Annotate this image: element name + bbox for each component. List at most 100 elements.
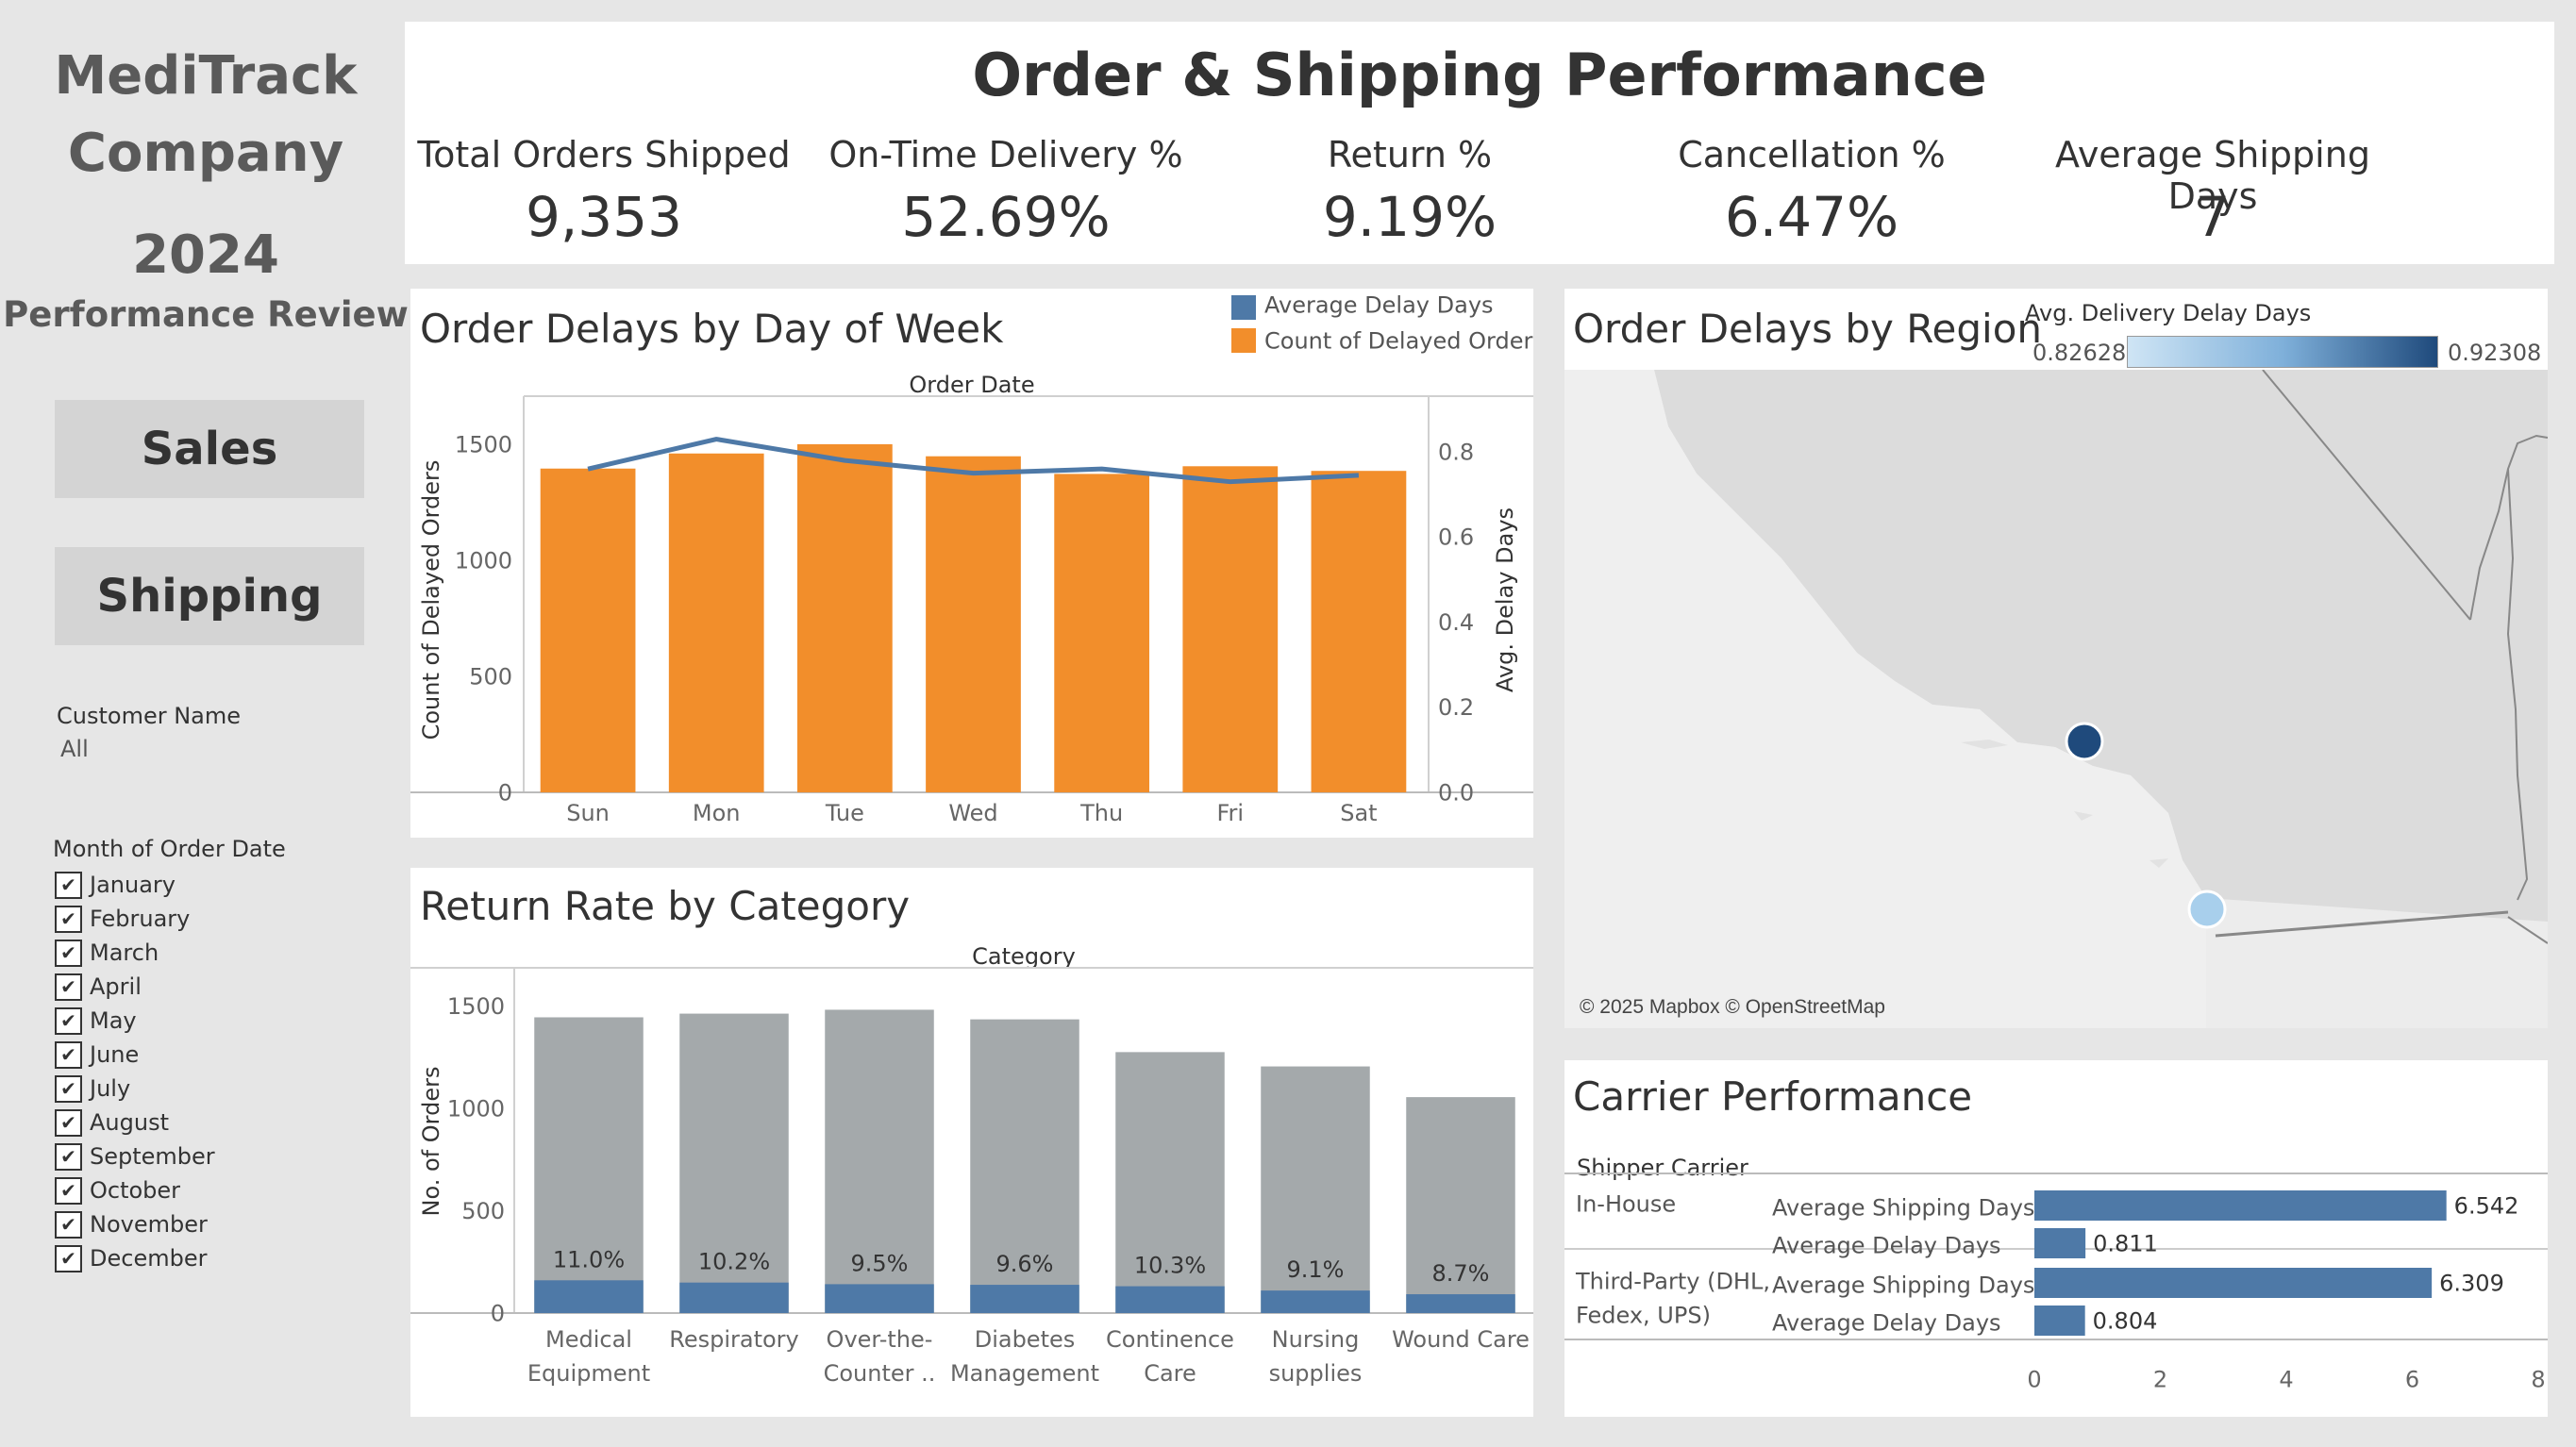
carrier-chart: In-House Average Shipping Days 6.542 Averag… <box>1564 1173 2548 1392</box>
map-legend-min: 0.82628 <box>2032 340 2127 366</box>
checkmark-icon[interactable]: ✔ <box>55 905 82 933</box>
y-tick-label: 500 <box>469 663 512 690</box>
month-checkbox-august[interactable]: ✔ August <box>55 1106 169 1139</box>
measure-label: Average Delay Days <box>1772 1309 2001 1336</box>
company-name: MediTrack Company <box>0 38 411 192</box>
sales-nav-button[interactable]: Sales <box>55 400 364 498</box>
checkmark-icon[interactable]: ✔ <box>55 939 82 967</box>
map-legend-title: Avg. Delivery Delay Days <box>2025 300 2312 326</box>
return-rate-label: 9.1% <box>1287 1256 1345 1283</box>
carrier-bar-value: 0.811 <box>2093 1230 2158 1256</box>
bar-delayed-orders-tue[interactable] <box>796 443 893 792</box>
y-tick-label: 0 <box>491 1300 505 1326</box>
return-rate-label: 8.7% <box>1432 1260 1490 1287</box>
month-checkbox-january[interactable]: ✔ January <box>55 868 176 902</box>
measure-label: Average Shipping Days <box>1772 1194 2034 1221</box>
month-label: February <box>90 906 191 932</box>
kpi-value: 9.19% <box>1322 185 1497 249</box>
checkmark-icon[interactable]: ✔ <box>55 1210 82 1239</box>
category-tick-label: Care <box>1144 1360 1196 1387</box>
bar-returned-orders[interactable] <box>679 1282 789 1313</box>
month-label: August <box>90 1109 169 1136</box>
carrier-bar-value: 0.804 <box>2093 1307 2158 1334</box>
legend-swatch-avg-delay <box>1231 295 1256 320</box>
checkmark-icon[interactable]: ✔ <box>55 1040 82 1069</box>
month-checkbox-september[interactable]: ✔ September <box>55 1139 215 1173</box>
month-checkbox-november[interactable]: ✔ November <box>55 1207 208 1241</box>
x-tick-label: Tue <box>825 800 864 826</box>
x-tick-label: Sat <box>1340 800 1377 826</box>
month-checkbox-october[interactable]: ✔ October <box>55 1173 180 1207</box>
region-point-low-delay[interactable] <box>2187 890 2227 929</box>
checkmark-icon[interactable]: ✔ <box>55 1142 82 1171</box>
checkmark-icon[interactable]: ✔ <box>55 1108 82 1137</box>
y-tick-label: 1000 <box>447 1095 505 1122</box>
x-tick-label: Thu <box>1079 800 1123 826</box>
map-attribution: © 2025 Mapbox © OpenStreetMap <box>1580 996 1885 1018</box>
delays-by-day-ylabel: Count of Delayed Orders <box>418 460 444 740</box>
carrier-bar[interactable] <box>2034 1268 2433 1298</box>
bar-returned-orders[interactable] <box>1115 1286 1225 1313</box>
region-point-high-delay[interactable] <box>2065 722 2104 761</box>
category-tick-label: Management <box>950 1360 1099 1387</box>
bar-delayed-orders-mon[interactable] <box>668 453 764 792</box>
bar-delayed-orders-wed[interactable] <box>926 456 1021 792</box>
return-rate-label: 10.2% <box>698 1249 770 1275</box>
bar-delayed-orders-thu[interactable] <box>1054 474 1150 792</box>
checkmark-icon[interactable]: ✔ <box>55 871 82 899</box>
carrier-name: In-House <box>1576 1190 1676 1217</box>
bar-returned-orders[interactable] <box>1261 1290 1370 1313</box>
checkmark-icon[interactable]: ✔ <box>55 973 82 1001</box>
carrier-bar[interactable] <box>2034 1228 2086 1258</box>
delays-by-day-y2label: Avg. Delay Days <box>1492 507 1518 692</box>
month-checkbox-may[interactable]: ✔ May <box>55 1004 137 1038</box>
category-tick-label: supplies <box>1269 1360 1363 1387</box>
month-checkbox-february[interactable]: ✔ February <box>55 902 190 936</box>
bar-returned-orders[interactable] <box>1406 1294 1515 1313</box>
month-label: April <box>90 973 142 1000</box>
category-tick-label: Over-the- <box>827 1326 933 1353</box>
region-map[interactable] <box>1564 370 2548 1028</box>
month-label: October <box>90 1177 181 1204</box>
category-tick-label: Continence <box>1106 1326 1234 1353</box>
shipping-nav-button[interactable]: Shipping <box>55 547 364 645</box>
y2-tick-label: 0.4 <box>1438 609 1474 636</box>
kpi-label: Return % <box>1327 134 1493 175</box>
month-filter-label: Month of Order Date <box>53 836 286 862</box>
report-subtitle: Performance Review <box>3 294 409 335</box>
bar-delayed-orders-sat[interactable] <box>1311 471 1407 792</box>
kpi-label: On-Time Delivery % <box>828 134 1183 175</box>
kpi-label: Total Orders Shipped <box>417 134 791 175</box>
month-label: December <box>90 1245 208 1272</box>
month-checkbox-march[interactable]: ✔ March <box>55 936 159 970</box>
bar-returned-orders[interactable] <box>825 1284 934 1313</box>
month-checkbox-april[interactable]: ✔ April <box>55 970 142 1004</box>
legend-swatch-delayed-count <box>1231 328 1256 353</box>
carrier-bar[interactable] <box>2034 1306 2085 1336</box>
month-label: September <box>90 1143 215 1170</box>
month-checkbox-july[interactable]: ✔ July <box>55 1072 130 1106</box>
month-label: June <box>90 1041 140 1068</box>
checkmark-icon[interactable]: ✔ <box>55 1244 82 1272</box>
month-label: July <box>90 1075 131 1102</box>
bar-delayed-orders-sun[interactable] <box>540 468 636 792</box>
checkmark-icon[interactable]: ✔ <box>55 1074 82 1103</box>
bar-returned-orders[interactable] <box>970 1285 1079 1313</box>
return-rate-label: 9.5% <box>851 1250 909 1276</box>
return-rate-label: 9.6% <box>996 1251 1054 1277</box>
bar-returned-orders[interactable] <box>534 1280 644 1313</box>
month-checkbox-december[interactable]: ✔ December <box>55 1241 207 1275</box>
carrier-bar-value: 6.542 <box>2454 1192 2519 1219</box>
checkmark-icon[interactable]: ✔ <box>55 1176 82 1205</box>
checkmark-icon[interactable]: ✔ <box>55 1006 82 1035</box>
carrier-bar[interactable] <box>2034 1190 2447 1221</box>
bar-delayed-orders-fri[interactable] <box>1182 466 1279 792</box>
category-tick-label: Nursing <box>1272 1326 1360 1353</box>
delays-by-day-chart: Average Delay Days Count of Delayed Orde… <box>410 291 1533 826</box>
customer-filter-label: Customer Name <box>57 703 242 729</box>
x-tick-label: Sun <box>566 800 610 826</box>
y-tick-label: 1500 <box>455 431 512 457</box>
month-checkbox-june[interactable]: ✔ June <box>55 1038 139 1072</box>
customer-filter-value[interactable]: All <box>60 736 89 762</box>
category-tick-label: Diabetes <box>975 1326 1076 1353</box>
